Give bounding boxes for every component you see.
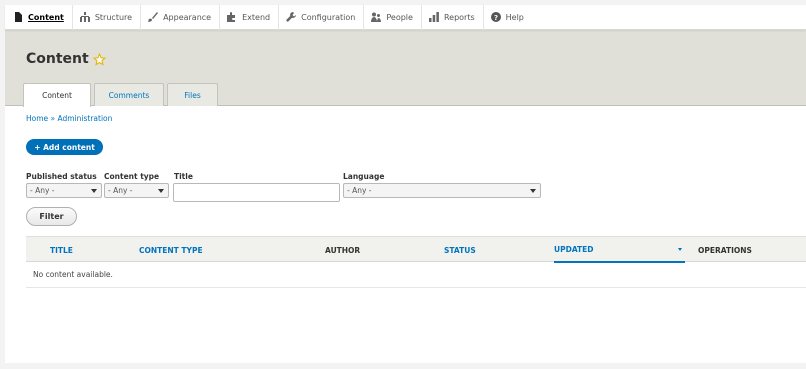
- published-status-select[interactable]: - Any -: [26, 183, 102, 198]
- chevron-down-icon: [530, 189, 536, 193]
- tab-comments[interactable]: Comments: [94, 83, 164, 106]
- toolbar-item-appearance[interactable]: Appearance: [141, 4, 221, 30]
- chevron-down-icon: [158, 189, 164, 193]
- breadcrumb[interactable]: Home » Administration: [26, 114, 112, 123]
- bar-chart-icon: [428, 12, 439, 22]
- tab-label: Files: [184, 90, 201, 100]
- column-header-content-type[interactable]: CONTENT TYPE: [139, 237, 203, 263]
- language-select[interactable]: - Any -: [343, 183, 541, 198]
- table-header: TITLE CONTENT TYPE AUTHOR STATUS UPDATED…: [26, 236, 806, 263]
- select-value: - Any -: [108, 186, 133, 195]
- toolbar-item-content[interactable]: Content: [5, 4, 73, 30]
- app-frame: Content Structure Appearance Extend Conf…: [5, 4, 806, 363]
- file-icon: [15, 12, 22, 22]
- chevron-down-icon: [91, 189, 97, 193]
- primary-tabs: Content Comments Files: [23, 83, 221, 107]
- toolbar-item-label: Reports: [443, 12, 475, 22]
- add-content-button[interactable]: + Add content: [26, 139, 103, 155]
- page-title-text: Content: [26, 51, 89, 67]
- table-empty-row: No content available.: [26, 262, 806, 288]
- content-table: TITLE CONTENT TYPE AUTHOR STATUS UPDATED…: [26, 236, 806, 288]
- page-title: Content: [26, 51, 106, 67]
- published-status-label: Published status: [26, 172, 97, 181]
- toolbar-item-label: Appearance: [163, 12, 212, 22]
- sort-descending-icon: [678, 248, 682, 251]
- help-icon: ?: [490, 12, 501, 22]
- column-header-operations: OPERATIONS: [698, 245, 752, 255]
- toolbar-item-label: Structure: [94, 12, 133, 22]
- select-value: - Any -: [30, 186, 55, 195]
- toolbar-item-reports[interactable]: Reports: [422, 4, 484, 30]
- select-value: - Any -: [347, 186, 372, 195]
- toolbar-item-label: People: [386, 12, 413, 22]
- people-icon: [371, 12, 382, 22]
- column-header-status[interactable]: STATUS: [444, 237, 476, 263]
- paintbrush-icon: [148, 12, 159, 22]
- tab-label: Comments: [108, 90, 150, 100]
- tab-content[interactable]: Content: [23, 83, 91, 107]
- title-label: Title: [174, 172, 193, 181]
- column-header-author: AUTHOR: [325, 245, 361, 255]
- toolbar-item-extend[interactable]: Extend: [220, 4, 280, 30]
- tab-label: Content: [42, 91, 72, 100]
- empty-message: No content available.: [33, 270, 113, 279]
- content-type-label: Content type: [104, 172, 160, 181]
- admin-toolbar: Content Structure Appearance Extend Conf…: [5, 4, 806, 30]
- wrench-icon: [286, 12, 297, 22]
- star-icon[interactable]: [92, 52, 106, 66]
- tab-files[interactable]: Files: [167, 83, 218, 106]
- filter-button[interactable]: Filter: [26, 207, 77, 226]
- toolbar-item-label: Help: [505, 12, 524, 22]
- column-header-title[interactable]: TITLE: [50, 237, 73, 263]
- language-label: Language: [343, 172, 385, 181]
- toolbar-item-configuration[interactable]: Configuration: [279, 4, 365, 30]
- toolbar-item-label: Content: [28, 12, 64, 22]
- page-header: Content Content Comments Files: [5, 30, 806, 107]
- sitemap-icon: [79, 12, 90, 22]
- content-type-select[interactable]: - Any -: [104, 183, 169, 198]
- puzzle-icon: [227, 12, 236, 22]
- toolbar-item-help[interactable]: ? Help: [484, 5, 532, 30]
- title-input[interactable]: [173, 183, 340, 202]
- toolbar-item-structure[interactable]: Structure: [73, 4, 142, 30]
- svg-text:?: ?: [494, 14, 498, 22]
- toolbar-item-label: Configuration: [301, 12, 356, 22]
- toolbar-item-people[interactable]: People: [364, 4, 422, 30]
- toolbar-item-label: Extend: [242, 12, 271, 22]
- column-header-updated[interactable]: UPDATED: [554, 237, 685, 263]
